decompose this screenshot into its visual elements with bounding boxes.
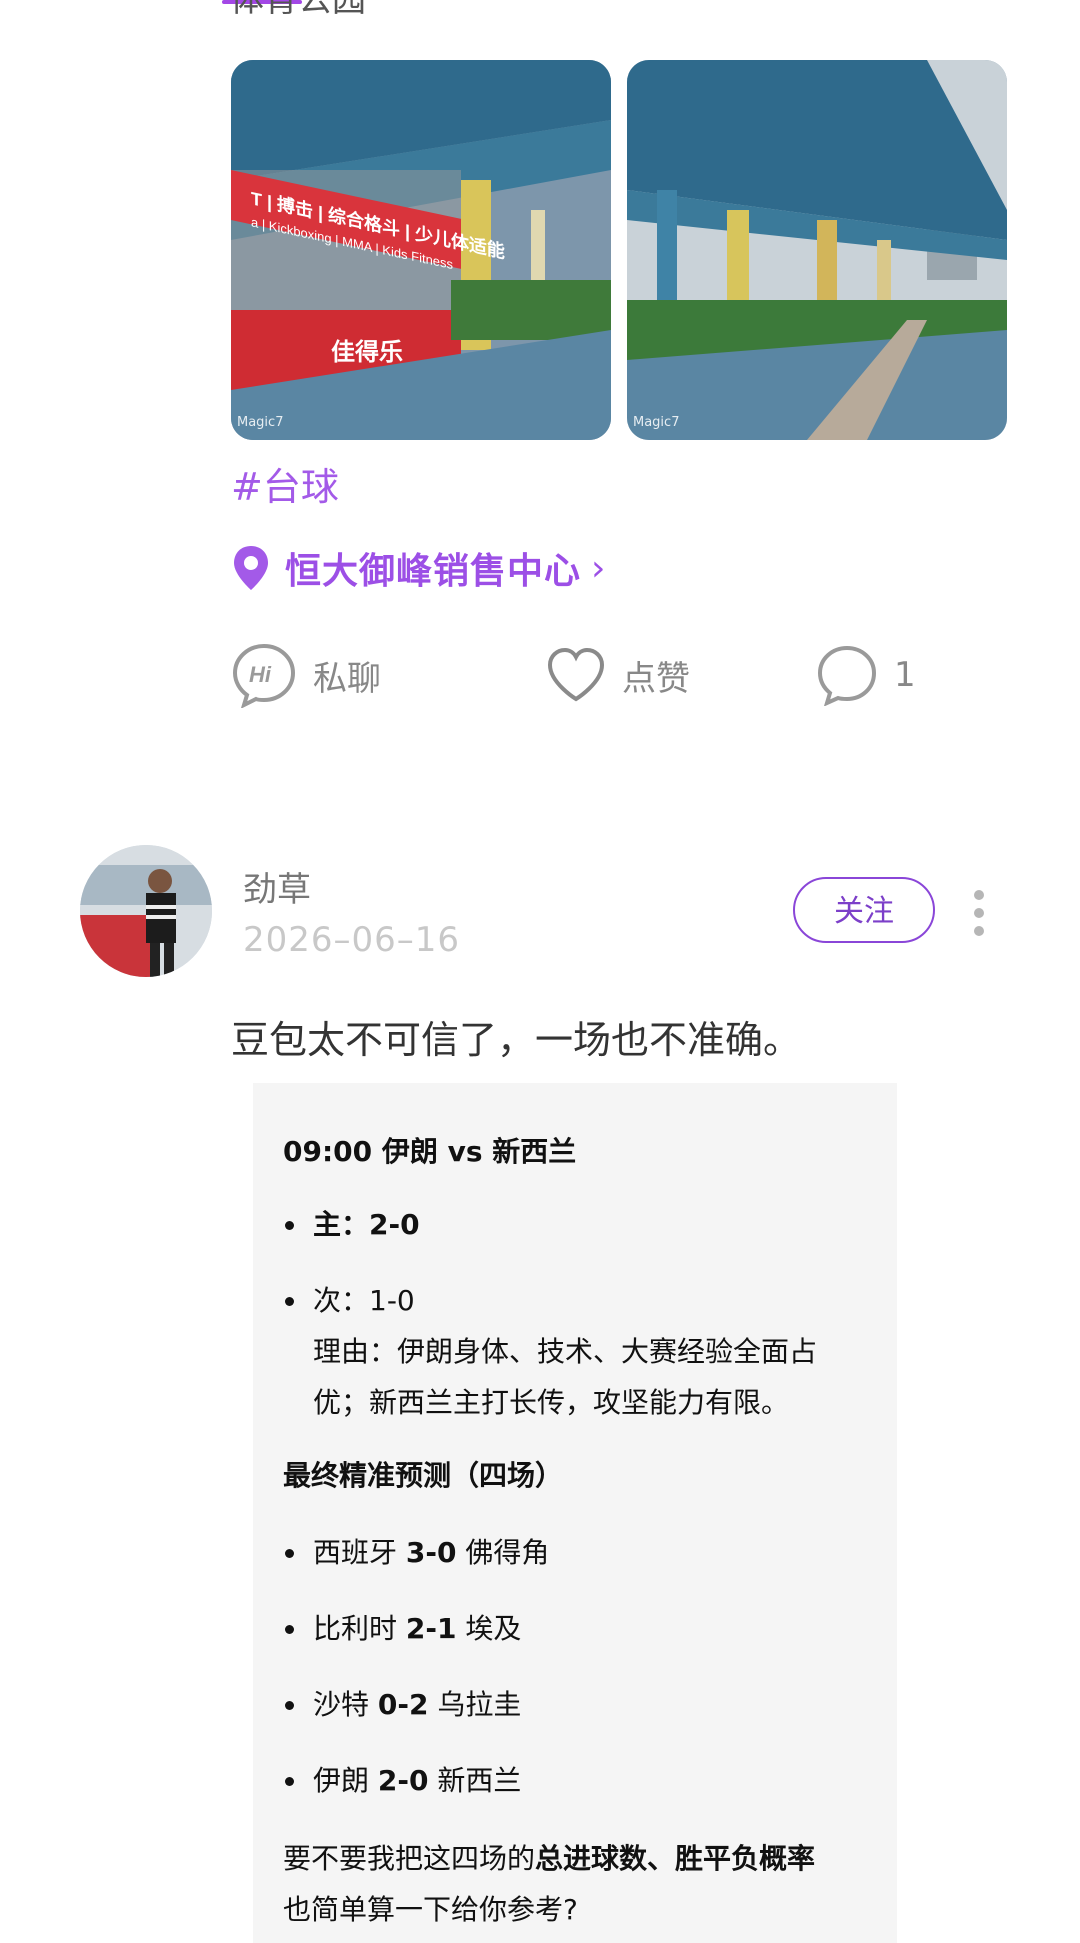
bullet-dot: [285, 1625, 294, 1634]
follow-button[interactable]: 关注: [793, 877, 935, 943]
photo-2-image: [627, 60, 1007, 440]
avatar[interactable]: [80, 845, 212, 977]
main-prediction: 主：2-0: [313, 1208, 420, 1241]
team-b: 新西兰: [437, 1764, 522, 1797]
location-pin-icon: [234, 546, 268, 590]
photo-1-image: 佳得乐 T | 搏击 | 综合格斗 | 少儿体适能 a | Kickboxing…: [231, 60, 611, 440]
photo-2-watermark: Magic7: [633, 415, 680, 430]
topic-hashtag[interactable]: #台球: [231, 462, 339, 512]
post-photo-1[interactable]: 佳得乐 T | 搏击 | 综合格斗 | 少儿体适能 a | Kickboxing…: [231, 60, 611, 440]
final-prediction-title: 最终精准预测（四场）: [283, 1459, 564, 1492]
post-photo-2[interactable]: Magic7: [627, 60, 1007, 440]
reason-line-1: 理由：伊朗身体、技术、大赛经验全面占: [313, 1335, 818, 1368]
hi-chat-bubble-icon: Hi: [232, 643, 296, 708]
private-chat-label: 私聊: [313, 658, 381, 699]
location-name: 恒大御峰销售中心: [285, 551, 582, 592]
team-a: 沙特: [313, 1688, 370, 1721]
bullet-dot: [285, 1549, 294, 1558]
closing-bold: 总进球数、胜平负概率: [535, 1842, 816, 1875]
score: 2-0: [377, 1764, 429, 1797]
post-action-bar: Hi 私聊 点赞 1: [231, 640, 1011, 710]
vertical-dots-icon[interactable]: [972, 890, 986, 936]
comment-bubble-icon: [817, 645, 877, 706]
team-a: 西班牙: [313, 1536, 398, 1569]
team-b: 乌拉圭: [437, 1688, 522, 1721]
match-title: 09:00 伊朗 vs 新西兰: [283, 1135, 577, 1168]
reason-line-2: 优；新西兰主打长传，攻坚能力有限。: [313, 1386, 790, 1419]
private-chat-button[interactable]: Hi 私聊: [231, 640, 381, 710]
team-b: 埃及: [465, 1612, 522, 1645]
quoted-answer-card: 09:00 伊朗 vs 新西兰 主：2-0 次：1-0 理由：伊朗身体、技术、大…: [253, 1083, 897, 1943]
like-label: 点赞: [622, 658, 690, 699]
score: 3-0: [405, 1536, 457, 1569]
list-item: 西班牙 3-0 佛得角: [313, 1529, 549, 1577]
heart-outline-icon: [547, 647, 605, 702]
like-button[interactable]: 点赞: [546, 640, 690, 710]
location-link[interactable]: 恒大御峰销售中心 ›: [231, 538, 605, 598]
post-text-partial: 体育公园: [230, 0, 366, 20]
score: 0-2: [377, 1688, 429, 1721]
bullet-dot: [285, 1701, 294, 1710]
bullet-dot: [285, 1221, 294, 1230]
username[interactable]: 劲草: [243, 862, 311, 911]
closing-line-1: 要不要我把这四场的总进球数、胜平负概率: [283, 1835, 815, 1883]
score: 2-1: [405, 1612, 457, 1645]
team-a: 比利时: [313, 1612, 398, 1645]
post-body-text: 豆包太不可信了，一场也不准确。: [231, 1018, 802, 1062]
closing-prefix: 要不要我把这四场的: [283, 1842, 536, 1875]
team-a: 伊朗: [313, 1764, 370, 1797]
bullet-dot: [285, 1297, 294, 1306]
list-item: 伊朗 2-0 新西兰: [313, 1757, 521, 1805]
photo-1-brand: 佳得乐: [331, 338, 403, 366]
post-date: 2026–06–16: [243, 920, 461, 960]
avatar-image: [80, 845, 212, 977]
closing-line-2: 也简单算一下给你参考?: [283, 1893, 578, 1926]
list-item: 比利时 2-1 埃及: [313, 1605, 521, 1653]
list-item: 沙特 0-2 乌拉圭: [313, 1681, 521, 1729]
chevron-right-icon: ›: [591, 547, 606, 589]
comment-button[interactable]: 1: [816, 640, 916, 710]
second-prediction: 次：1-0: [313, 1284, 415, 1317]
svg-text:Hi: Hi: [249, 662, 272, 687]
photo-1-watermark: Magic7: [237, 415, 284, 430]
comment-count: 1: [894, 655, 916, 695]
bullet-dot: [285, 1777, 294, 1786]
team-b: 佛得角: [465, 1536, 550, 1569]
